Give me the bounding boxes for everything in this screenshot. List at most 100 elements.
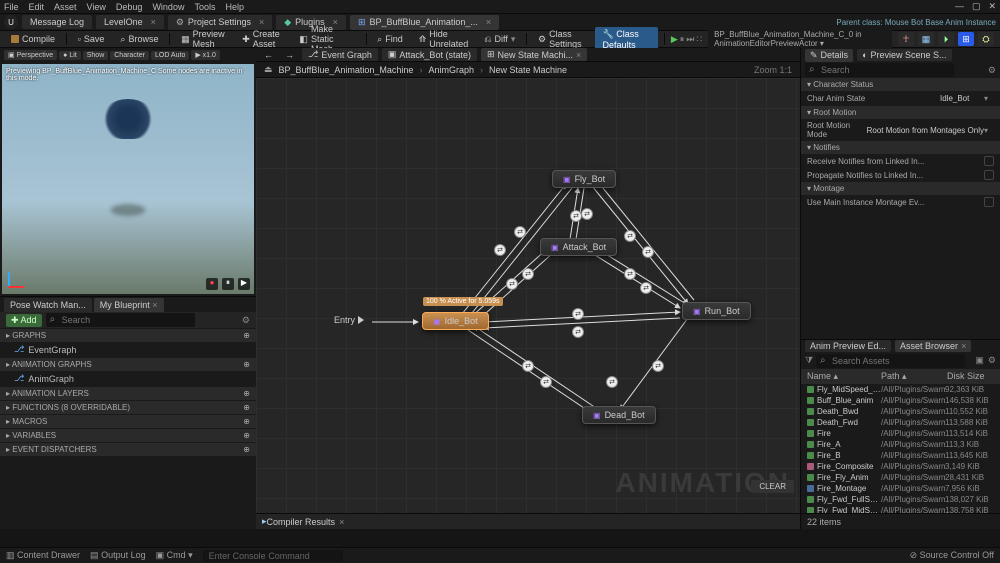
transition-icon[interactable]: ⇄: [640, 282, 652, 294]
asset-row[interactable]: Fire_Fly_Anim/All/Plugins/Swarm28,431 Ki…: [801, 472, 1000, 483]
tab-message-log[interactable]: Message Log: [22, 15, 92, 29]
add-icon[interactable]: ⊕: [243, 360, 250, 369]
asset-row[interactable]: Fire_Composite/All/Plugins/Swarm3,149 Ki…: [801, 461, 1000, 472]
details-group[interactable]: ▾ Montage: [801, 182, 1000, 195]
browse-button[interactable]: ⌕Browse: [115, 32, 163, 47]
folder-icon[interactable]: ▣: [975, 355, 984, 366]
close-icon[interactable]: ×: [339, 517, 344, 527]
entry-node[interactable]: Entry: [334, 315, 364, 325]
asset-row[interactable]: Death_Bwd/All/Plugins/Swarm110,552 KiB: [801, 406, 1000, 417]
menu-help[interactable]: Help: [225, 2, 244, 12]
menu-edit[interactable]: Edit: [29, 2, 45, 12]
tree-group[interactable]: ▸ VARIABLES⊕: [0, 428, 256, 442]
close-icon[interactable]: ×: [576, 50, 581, 60]
diff-button[interactable]: ⎌Diff▾: [479, 32, 520, 47]
play-icon[interactable]: ▶: [671, 34, 678, 45]
vp-show[interactable]: Show: [83, 51, 109, 60]
tree-group[interactable]: ▸ MACROS⊕: [0, 414, 256, 428]
output-log-button[interactable]: ▤ Output Log: [90, 550, 146, 561]
content-drawer-button[interactable]: ▥ Content Drawer: [6, 550, 80, 561]
transition-icon[interactable]: ⇄: [652, 360, 664, 372]
tab-asset-browser[interactable]: Asset Browser ×: [895, 340, 971, 352]
close-icon[interactable]: ×: [259, 17, 264, 27]
menu-asset[interactable]: Asset: [54, 2, 77, 12]
graph-tab-state-machine[interactable]: ⊞New State Machi...×: [481, 48, 587, 61]
vp-character[interactable]: Character: [110, 51, 149, 60]
pause-icon[interactable]: ⏸: [680, 34, 685, 45]
transition-icon[interactable]: ⇄: [572, 308, 584, 320]
asset-search-input[interactable]: [816, 354, 965, 368]
gear-icon[interactable]: ⚙: [242, 315, 250, 326]
add-icon[interactable]: ⊕: [243, 431, 250, 440]
checkbox[interactable]: [984, 170, 994, 180]
details-group[interactable]: ▾ Character Status: [801, 78, 1000, 91]
tab-preview-scene[interactable]: ◐Preview Scene S...: [857, 49, 951, 61]
save-button[interactable]: ▫Save: [73, 32, 110, 46]
vp-lod[interactable]: LOD Auto: [151, 51, 189, 60]
transition-icon[interactable]: ⇄: [494, 244, 506, 256]
close-icon[interactable]: ×: [961, 341, 966, 351]
window-minimize-icon[interactable]: —: [955, 1, 964, 12]
editor-mode-mesh[interactable]: ▦: [918, 32, 934, 46]
tab-levelone[interactable]: LevelOne×: [96, 15, 164, 29]
compiler-results-tab[interactable]: ▸ Compiler Results ×: [256, 513, 800, 529]
debug-object-selector[interactable]: BP_BuffBlue_Animation_Machine_C_0 in Ani…: [708, 28, 892, 50]
vp-speed[interactable]: ▶ x1.0: [191, 50, 220, 60]
add-icon[interactable]: ⊕: [243, 417, 250, 426]
blueprint-search-input[interactable]: [46, 313, 195, 327]
menu-view[interactable]: View: [87, 2, 106, 12]
console-input[interactable]: Enter Console Command: [203, 550, 343, 562]
state-node-dead[interactable]: ▣Dead_Bot: [582, 406, 656, 424]
details-group[interactable]: ▾ Root Motion: [801, 106, 1000, 119]
home-icon[interactable]: ⏏: [264, 64, 273, 75]
tab-anim-preview[interactable]: Anim Preview Ed...: [805, 340, 891, 352]
breadcrumb-root[interactable]: BP_BuffBlue_Animation_Machine: [279, 65, 414, 75]
cmd-selector[interactable]: ▣ Cmd ▾: [156, 550, 193, 561]
window-close-icon[interactable]: ✕: [988, 1, 996, 12]
add-button[interactable]: ✚ Add: [6, 314, 42, 327]
transition-icon[interactable]: ⇄: [522, 268, 534, 280]
add-icon[interactable]: ⊕: [243, 331, 250, 340]
tree-group[interactable]: ▸ FUNCTIONS (8 OVERRIDABLE)⊕: [0, 400, 256, 414]
add-icon[interactable]: ⊕: [243, 389, 250, 398]
transition-icon[interactable]: ⇄: [572, 326, 584, 338]
editor-mode-anim[interactable]: ⏵: [938, 32, 954, 46]
asset-row[interactable]: Buff_Blue_anim/All/Plugins/Swarm146,538 …: [801, 395, 1000, 406]
editor-mode-skeleton[interactable]: ☥: [898, 32, 914, 46]
menu-debug[interactable]: Debug: [116, 2, 143, 12]
find-button[interactable]: ⌕Find: [372, 32, 408, 47]
tree-group[interactable]: ▸ GRAPHS⊕: [0, 328, 256, 342]
dropdown[interactable]: Idle_Bot ▾: [934, 93, 994, 104]
transition-icon[interactable]: ⇄: [506, 278, 518, 290]
close-icon[interactable]: ×: [486, 17, 491, 27]
transition-icon[interactable]: ⇄: [624, 268, 636, 280]
asset-row[interactable]: Fire_A/All/Plugins/Swarm113,3 KiB: [801, 439, 1000, 450]
menu-file[interactable]: File: [4, 2, 19, 12]
menu-tools[interactable]: Tools: [194, 2, 215, 12]
gear-icon[interactable]: ⚙: [988, 65, 996, 76]
state-machine-graph[interactable]: Entry 100 % Active for 5.059s ▣Idle_Bot …: [256, 78, 800, 513]
state-node-idle[interactable]: 100 % Active for 5.059s ▣Idle_Bot: [422, 312, 489, 330]
asset-row[interactable]: Fly_Fwd_MidSpeed/All/Plugins/Swarm138,75…: [801, 505, 1000, 514]
tree-group[interactable]: ▸ ANIMATION LAYERS⊕: [0, 386, 256, 400]
asset-row[interactable]: Fire/All/Plugins/Swarm113,514 KiB: [801, 428, 1000, 439]
dropdown[interactable]: Root Motion from Montages Only ▾: [861, 125, 994, 136]
vp-perspective[interactable]: ▣ Perspective: [4, 50, 57, 60]
asset-row[interactable]: Death_Fwd/All/Plugins/Swarm113,588 KiB: [801, 417, 1000, 428]
asset-row[interactable]: Fire_B/All/Plugins/Swarm113,645 KiB: [801, 450, 1000, 461]
record-icon[interactable]: ●: [206, 278, 218, 290]
asset-table-header[interactable]: Name ▴ Path ▴ Disk Size: [801, 369, 1000, 384]
checkbox[interactable]: [984, 156, 994, 166]
compile-button[interactable]: Compile: [6, 32, 60, 46]
details-group[interactable]: ▾ Notifies: [801, 141, 1000, 154]
state-node-run[interactable]: ▣Run_Bot: [682, 302, 751, 320]
pause-icon[interactable]: ⏸: [222, 278, 234, 290]
window-maximize-icon[interactable]: ▢: [972, 1, 981, 12]
menu-window[interactable]: Window: [152, 2, 184, 12]
transition-icon[interactable]: ⇄: [642, 246, 654, 258]
add-icon[interactable]: ⊕: [243, 445, 250, 454]
transition-icon[interactable]: ⇄: [581, 208, 593, 220]
transition-icon[interactable]: ⇄: [540, 376, 552, 388]
editor-mode-physics[interactable]: ⛭: [978, 32, 994, 46]
graph-tab-attack[interactable]: ▣Attack_Bot (state): [382, 48, 477, 61]
